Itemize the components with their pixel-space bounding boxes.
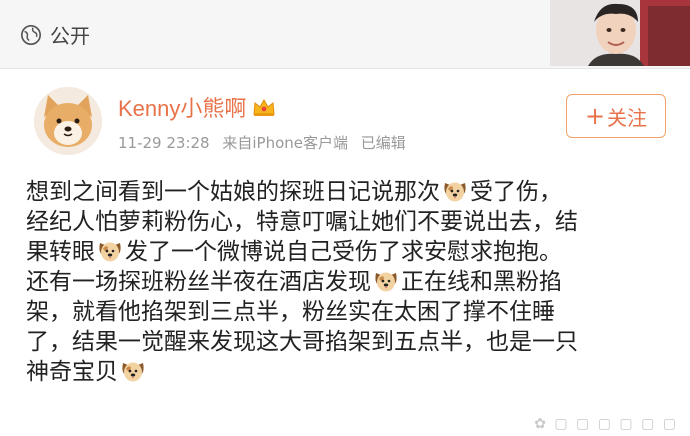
post-text: 正在线和黑粉掐: [401, 269, 562, 295]
visibility-indicator[interactable]: 公开: [20, 20, 90, 49]
globe-icon: [21, 24, 41, 45]
post-line: 神奇宝贝: [26, 357, 676, 387]
author-row: Kenny小熊啊: [118, 91, 276, 123]
crown-icon: [253, 98, 275, 116]
post-text: 还有一场探班粉丝半夜在酒店发现: [26, 269, 371, 295]
post-datetime: 11-29 23:28: [118, 134, 210, 152]
post-line: 还有一场探班粉丝半夜在酒店发现 正在线和黑粉掐: [26, 267, 676, 297]
post-text: 了，结果一觉醒来发现这大哥掐架到五点半，也是一只: [26, 329, 578, 355]
cover-photo: [550, 0, 690, 66]
post-header: Kenny小熊啊 11-29 23:28 来自iPhone客户端 已编辑 + 关…: [0, 69, 690, 169]
post-text: 架，就看他掐架到三点半，粉丝实在太困了撑不住睡: [26, 299, 555, 325]
post-line: 了，结果一觉醒来发现这大哥掐架到五点半，也是一只: [26, 327, 676, 357]
avatar[interactable]: [34, 87, 102, 155]
post-body: 想到之间看到一个姑娘的探班日记说那次 受了伤， 经纪人怕萝莉粉伤心，特意叮嘱让她们…: [26, 177, 676, 387]
plus-icon: +: [584, 102, 606, 130]
dog-face-icon: [122, 362, 144, 382]
post-line: 想到之间看到一个姑娘的探班日记说那次 受了伤，: [26, 177, 676, 207]
post-text: 发了一个微博说自己受伤了求安慰求抱抱。: [125, 239, 562, 265]
visibility-label: 公开: [50, 24, 90, 48]
top-bar: 公开: [0, 0, 690, 69]
post-text: 想到之间看到一个姑娘的探班日记说那次: [26, 179, 440, 205]
post-line: 经纪人怕萝莉粉伤心，特意叮嘱让她们不要说出去，结: [26, 207, 676, 237]
dog-face-icon: [375, 272, 397, 292]
dog-face-icon: [99, 242, 121, 262]
watermark: ✿ ▢ ▢ ▢ ▢ ▢ ▢: [534, 416, 678, 432]
post-meta: 11-29 23:28 来自iPhone客户端 已编辑: [118, 132, 414, 153]
post-text: 受了伤，: [470, 179, 562, 205]
post-text: 经纪人怕萝莉粉伤心，特意叮嘱让她们不要说出去，结: [26, 209, 578, 235]
author-name[interactable]: Kenny小熊啊: [118, 91, 246, 123]
post-source: 来自iPhone客户端: [222, 134, 349, 152]
post-text: 果转眼: [26, 239, 95, 265]
post-text: 神奇宝贝: [26, 359, 118, 385]
follow-button[interactable]: + 关注: [566, 94, 666, 138]
post-line: 果转眼 发了一个微博说自己受伤了求安慰求抱抱。: [26, 237, 676, 267]
follow-button-label: 关注: [607, 105, 648, 130]
edited-label[interactable]: 已编辑: [361, 134, 406, 152]
post-line: 架，就看他掐架到三点半，粉丝实在太困了撑不住睡: [26, 297, 676, 327]
dog-face-icon: [444, 182, 466, 202]
